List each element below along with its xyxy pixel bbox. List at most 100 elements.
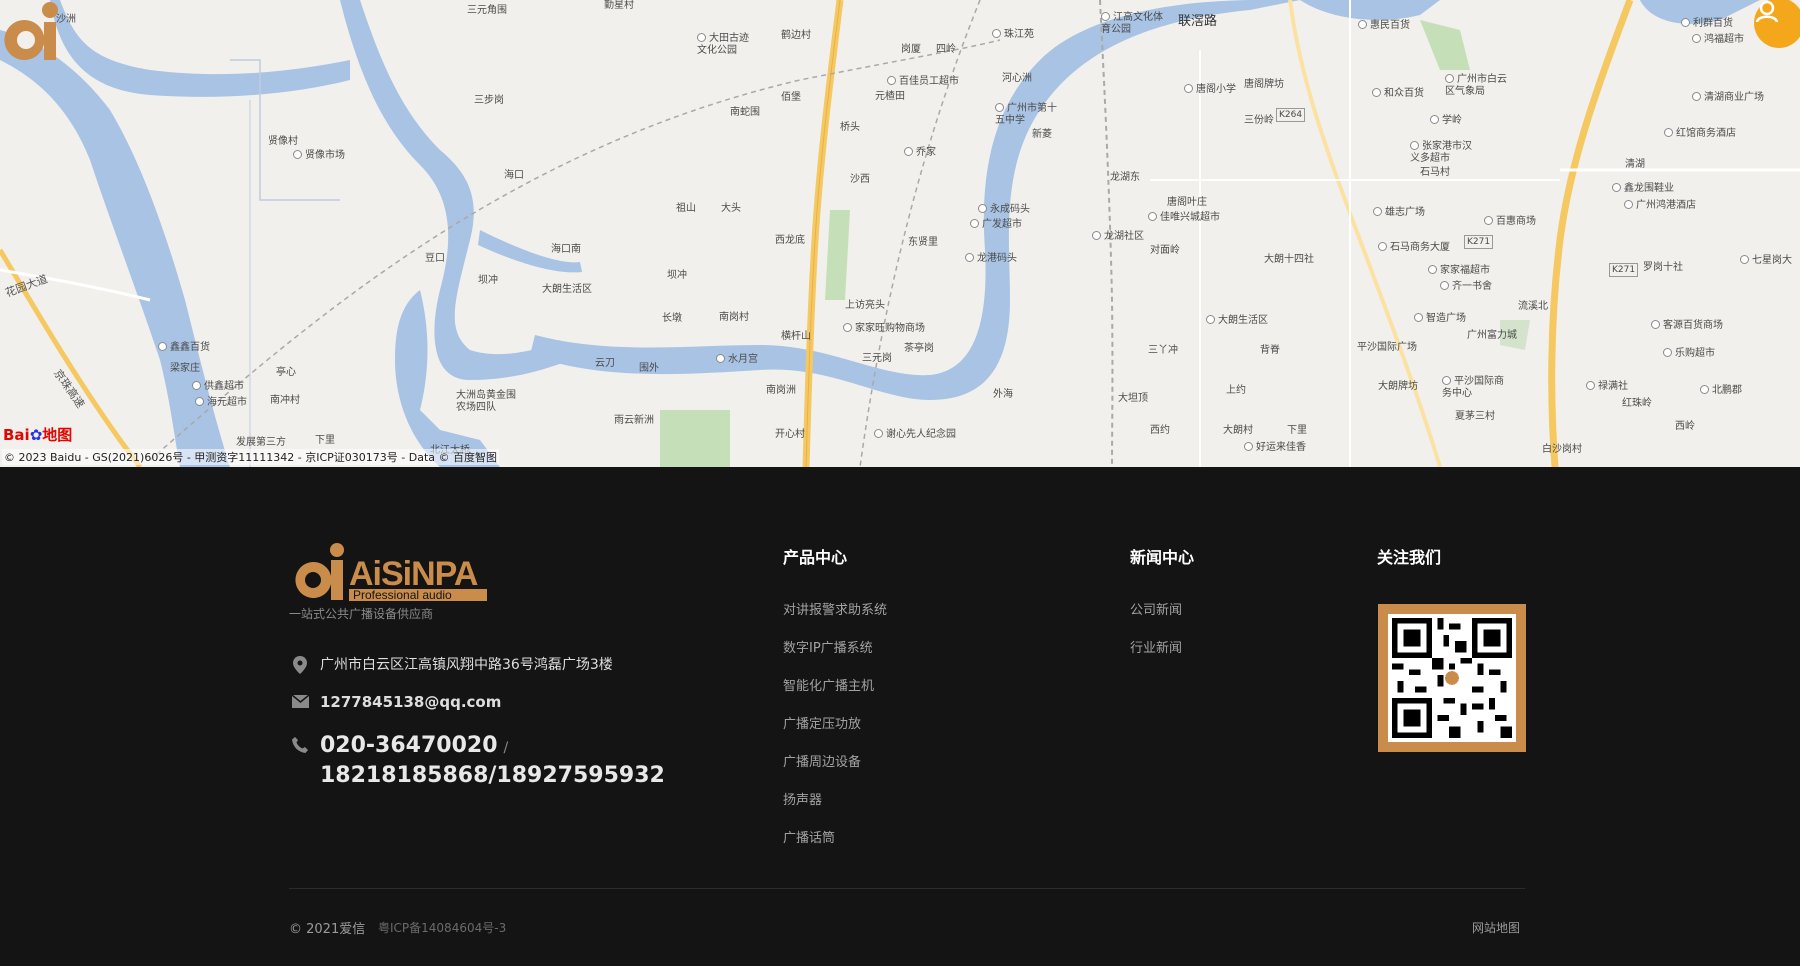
map-label: 龙湖东: [1110, 172, 1140, 183]
phone-primary[interactable]: 020-36470020: [320, 733, 498, 758]
map-label: 岗厦: [901, 44, 921, 55]
map-label: 大朗生活区: [1206, 315, 1268, 327]
qr-code-image: [1392, 618, 1512, 738]
phone-separator: /: [503, 740, 509, 756]
map-label: K264: [1276, 108, 1306, 122]
map-area[interactable]: 沙洲 三元角围 勤星村 大田古迹文化公园 鹤边村 岗厦 四岭 珠江苑 江高文化体…: [0, 0, 1800, 467]
baidu-map-logo[interactable]: Bai✿地图: [3, 424, 72, 445]
product-link[interactable]: 扬声器: [783, 791, 887, 829]
site-footer: AiSiNPA Professional audio 一站式公共广播设备供应商 …: [0, 467, 1800, 966]
map-label: 梁家庄: [170, 363, 200, 374]
product-link[interactable]: 对讲报警求助系统: [783, 601, 887, 639]
map-label: 大坦顶: [1118, 393, 1148, 404]
map-label: 广州富力城: [1467, 330, 1517, 341]
map-label: 东贤里: [908, 237, 938, 248]
map-label: 北鹏郡: [1700, 385, 1742, 397]
map-label: 永成码头: [978, 204, 1030, 216]
map-label: 河心洲: [1002, 73, 1032, 84]
phone-mobile[interactable]: 18218185868/18927595932: [320, 762, 665, 789]
map-label: 红珠岭: [1622, 398, 1652, 409]
company-logo[interactable]: AiSiNPA Professional audio: [289, 542, 489, 602]
map-label: 流溪北: [1518, 301, 1548, 312]
map-label: 围外: [639, 363, 659, 374]
map-label: 谢心先人纪念园: [874, 429, 956, 441]
map-label: 鑫鑫百货: [158, 342, 210, 354]
map-label: 亭心: [276, 367, 296, 378]
map-label: 三丫冲: [1148, 345, 1178, 356]
map-label: 江高文化体育公园: [1101, 12, 1163, 35]
map-label: 乐购超市: [1663, 348, 1715, 360]
map-label: 大田古迹文化公园: [697, 33, 757, 57]
map-label: 下里: [1287, 425, 1307, 436]
sitemap-link[interactable]: 网站地图: [1472, 919, 1520, 936]
map-label: 元楂田: [875, 91, 905, 102]
map-label: 供鑫超市: [192, 381, 244, 393]
map-label: 大朗生活区: [542, 284, 592, 295]
map-label: 智造广场: [1414, 313, 1466, 325]
map-label: 好运来佳香: [1244, 442, 1306, 454]
product-link[interactable]: 广播周边设备: [783, 753, 887, 791]
map-label: 坝冲: [667, 270, 687, 281]
map-label: 大洲岛黄金围农场四队: [456, 390, 516, 413]
user-icon: [1755, 0, 1779, 23]
map-label: 佳唯兴城超市: [1148, 212, 1220, 224]
map-label: 石马村: [1420, 167, 1450, 178]
svg-text:Professional audio: Professional audio: [353, 588, 452, 602]
map-label: 云刀: [595, 358, 615, 369]
map-label: 广发超市: [970, 219, 1022, 231]
contact-phone: 020-36470020 / 18218185868/18927595932: [289, 732, 665, 789]
map-label: 平沙国际商务中心: [1442, 376, 1512, 400]
map-label: 鑫龙围鞋业: [1612, 183, 1674, 195]
map-label: 沙西: [850, 174, 870, 185]
map-label: 贤像村: [268, 136, 298, 147]
email-text[interactable]: 1277845138@qq.com: [320, 693, 501, 711]
map-label: 客源百货商场: [1651, 320, 1723, 332]
product-link[interactable]: 广播定压功放: [783, 715, 887, 753]
product-link[interactable]: 数字IP广播系统: [783, 639, 887, 677]
map-label: 夏茅三村: [1455, 411, 1495, 422]
map-label: 海元超市: [195, 397, 247, 409]
location-marker-icon[interactable]: [0, 0, 70, 66]
location-pin-icon: [293, 656, 307, 674]
customer-service-button[interactable]: [1754, 0, 1800, 48]
map-label: 龙湖社区: [1092, 231, 1144, 243]
map-label: 广州市白云区气象局: [1445, 74, 1515, 98]
map-label: 勤星村: [604, 0, 634, 11]
map-label: 七星岗大: [1740, 255, 1792, 267]
map-label: 石马商务大厦: [1378, 242, 1450, 254]
map-label: 雄志广场: [1373, 207, 1425, 219]
map-label: 唐阁小学: [1184, 84, 1236, 96]
map-label: 联滘路: [1178, 14, 1218, 29]
map-label: 利群百货: [1681, 18, 1733, 30]
map-label: 南岗村: [719, 312, 749, 323]
map-label: 西龙底: [775, 235, 805, 246]
map-label: 三元岗: [862, 353, 892, 364]
map-label: 雨云新洲: [614, 415, 654, 426]
map-label: 乔家: [904, 147, 936, 159]
map-label: 开心村: [775, 429, 805, 440]
icp-link[interactable]: 粤ICP备14084604号-3: [378, 919, 506, 936]
follow-heading: 关注我们: [1377, 548, 1442, 567]
map-label: 百惠商场: [1484, 216, 1536, 228]
news-link[interactable]: 行业新闻: [1130, 639, 1182, 677]
map-label: 张家港市汉义多超市: [1410, 141, 1480, 165]
map-label: 长墩: [662, 313, 682, 324]
map-label: 坝冲: [478, 275, 498, 286]
map-label: 百佳员工超市: [887, 76, 959, 88]
address-text: 广州市白云区江高镇风翔中路36号鸿磊广场3楼: [320, 657, 613, 673]
map-label: 和众百货: [1372, 88, 1424, 100]
map-label: 大朗村: [1223, 425, 1253, 436]
map-label: 唐阁叶庄: [1167, 197, 1207, 208]
map-label: 家家旺购物商场: [843, 323, 925, 335]
map-label: 海口: [504, 170, 524, 181]
map-label: 珠江苑: [992, 29, 1034, 41]
contact-address: 广州市白云区江高镇风翔中路36号鸿磊广场3楼: [289, 654, 613, 674]
product-link[interactable]: 智能化广播主机: [783, 677, 887, 715]
map-label: 背脊: [1260, 345, 1280, 356]
product-link[interactable]: 广播话筒: [783, 829, 887, 867]
map-label: 茶亭岗: [904, 343, 934, 354]
map-label: 佰堡: [781, 92, 801, 103]
news-link[interactable]: 公司新闻: [1130, 601, 1182, 639]
map-label: 鸿福超市: [1692, 34, 1744, 46]
products-list: 对讲报警求助系统 数字IP广播系统 智能化广播主机 广播定压功放 广播周边设备 …: [783, 601, 887, 867]
